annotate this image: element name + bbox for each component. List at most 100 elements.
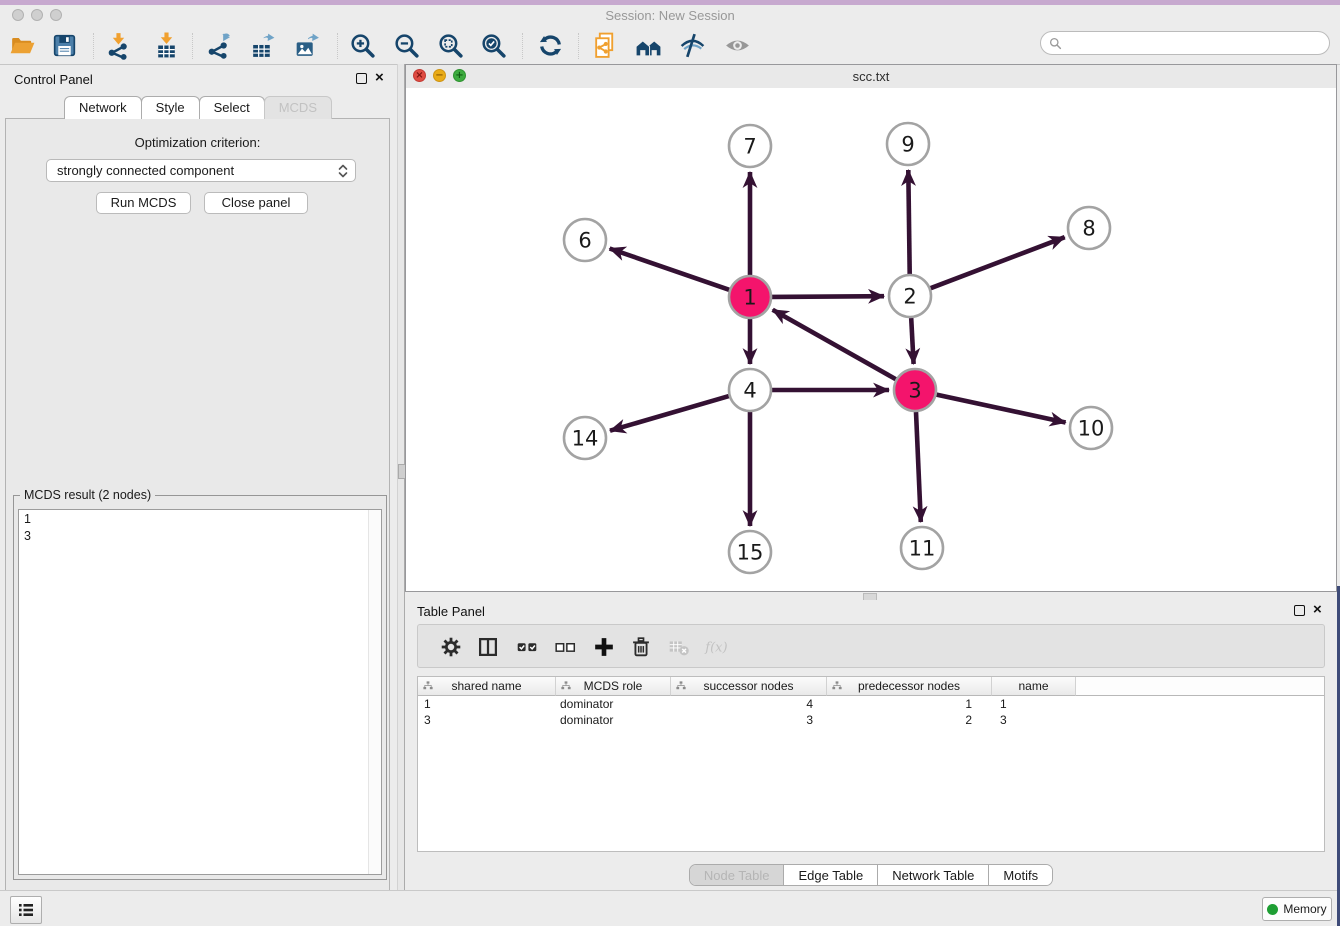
svg-text:11: 11 <box>909 537 936 561</box>
table-toolbar: f(x) <box>417 624 1325 668</box>
table-cell[interactable]: 3 <box>992 712 1076 728</box>
table-row[interactable]: 3dominator323 <box>418 712 1324 728</box>
first-neighbors-button[interactable] <box>631 29 665 61</box>
import-table-button[interactable] <box>149 29 183 61</box>
table-tab-node-table[interactable]: Node Table <box>690 865 785 885</box>
graph-node-15[interactable]: 15 <box>729 531 771 573</box>
graph-edge-1-2[interactable] <box>772 296 884 297</box>
zoom-out-button[interactable] <box>389 29 423 61</box>
graph-edge-1-6[interactable] <box>610 249 730 290</box>
control-panel-tabs: NetworkStyleSelectMCDS <box>0 96 397 119</box>
mcds-result-list[interactable]: 13 <box>18 509 382 875</box>
graph-node-2[interactable]: 2 <box>889 275 931 317</box>
control-tab-select[interactable]: Select <box>199 96 265 119</box>
zoom-selected-button[interactable] <box>476 29 510 61</box>
search-field[interactable] <box>1040 31 1330 55</box>
column-header-name[interactable]: name <box>992 677 1076 696</box>
table-cell[interactable]: 3 <box>671 712 827 728</box>
graph-edge-2-8[interactable] <box>931 237 1065 288</box>
graph-edge-2-9[interactable] <box>908 170 909 274</box>
optimization-dropdown[interactable]: strongly connected component <box>46 159 356 182</box>
memory-status-icon <box>1267 904 1278 915</box>
table-cell[interactable]: 3 <box>418 712 556 728</box>
toolbar-separator <box>93 33 94 59</box>
show-columns-button[interactable] <box>473 632 503 662</box>
graph-node-3[interactable]: 3 <box>894 369 936 411</box>
save-session-button[interactable] <box>47 29 81 61</box>
table-cell[interactable]: 1 <box>827 696 992 712</box>
create-column-button[interactable] <box>589 632 619 662</box>
column-header-successor-nodes[interactable]: successor nodes <box>671 677 827 696</box>
unselect-all-columns-button[interactable] <box>550 632 580 662</box>
svg-text:6: 6 <box>578 229 591 253</box>
show-panels-button[interactable] <box>10 896 42 924</box>
table-tab-motifs[interactable]: Motifs <box>989 865 1052 885</box>
close-panel-icon[interactable]: × <box>375 72 387 84</box>
graph-edge-3-11[interactable] <box>916 412 921 522</box>
export-network-button[interactable] <box>201 29 235 61</box>
vertical-splitter[interactable] <box>397 64 405 890</box>
close-panel-button[interactable]: Close panel <box>204 192 308 214</box>
mcds-panel: Optimization criterion: strongly connect… <box>5 118 390 926</box>
graph-node-1[interactable]: 1 <box>729 276 771 318</box>
column-header-MCDS-role[interactable]: MCDS role <box>556 677 671 696</box>
close-panel-icon[interactable]: × <box>1313 604 1325 616</box>
table-settings-button[interactable] <box>436 632 466 662</box>
column-header-filler <box>1076 677 1324 696</box>
table-row[interactable]: 1dominator411 <box>418 696 1324 712</box>
graph-node-8[interactable]: 8 <box>1068 207 1110 249</box>
control-tab-mcds[interactable]: MCDS <box>264 96 332 119</box>
control-tab-style[interactable]: Style <box>141 96 200 119</box>
hide-selected-button[interactable] <box>675 29 709 61</box>
export-image-button[interactable] <box>289 29 323 61</box>
horizontal-splitter[interactable] <box>405 592 1337 600</box>
column-header-predecessor-nodes[interactable]: predecessor nodes <box>827 677 992 696</box>
network-canvas[interactable]: 7 9 6 8 1 2 4 3 14 10 15 11 <box>406 88 1336 591</box>
table-cell[interactable]: 1 <box>418 696 556 712</box>
graph-edge-4-14[interactable] <box>610 396 729 431</box>
open-session-button[interactable] <box>5 29 39 61</box>
control-tab-network[interactable]: Network <box>64 96 142 119</box>
graph-node-6[interactable]: 6 <box>564 219 606 261</box>
export-table-button[interactable] <box>245 29 279 61</box>
table-cell[interactable]: 4 <box>671 696 827 712</box>
search-input[interactable] <box>1066 35 1329 52</box>
column-type-icon <box>422 680 434 695</box>
graph-node-14[interactable]: 14 <box>564 417 606 459</box>
window-title: Session: New Session <box>0 8 1340 23</box>
optimization-label: Optimization criterion: <box>6 135 389 150</box>
mcds-result-group: MCDS result (2 nodes) 13 <box>13 495 387 880</box>
select-all-columns-button[interactable] <box>512 632 542 662</box>
graph-edge-3-1[interactable] <box>773 310 896 379</box>
memory-button[interactable]: Memory <box>1262 897 1332 921</box>
svg-text:2: 2 <box>903 285 916 309</box>
table-cell[interactable]: 1 <box>992 696 1076 712</box>
graph-node-9[interactable]: 9 <box>887 123 929 165</box>
table-cell[interactable]: dominator <box>556 712 671 728</box>
zoom-fit-button[interactable] <box>433 29 467 61</box>
graph-node-7[interactable]: 7 <box>729 125 771 167</box>
svg-text:14: 14 <box>572 427 599 451</box>
delete-column-button[interactable] <box>626 632 656 662</box>
graph-edge-3-10[interactable] <box>937 395 1066 423</box>
copy-style-button[interactable] <box>588 29 622 61</box>
apply-layout-button[interactable] <box>533 29 567 61</box>
table-cell[interactable]: 2 <box>827 712 992 728</box>
table-tabs: Node TableEdge TableNetwork TableMotifs <box>405 864 1337 886</box>
float-panel-icon[interactable] <box>1294 605 1306 617</box>
zoom-in-button[interactable] <box>345 29 379 61</box>
table-tab-edge-table[interactable]: Edge Table <box>784 865 878 885</box>
table-cell[interactable]: dominator <box>556 696 671 712</box>
graph-node-10[interactable]: 10 <box>1070 407 1112 449</box>
column-header-shared-name[interactable]: shared name <box>418 677 556 696</box>
graph-node-4[interactable]: 4 <box>729 369 771 411</box>
table-tab-network-table[interactable]: Network Table <box>878 865 989 885</box>
float-panel-icon[interactable] <box>356 73 368 85</box>
svg-text:4: 4 <box>743 379 756 403</box>
import-network-button[interactable] <box>101 29 135 61</box>
run-mcds-button[interactable]: Run MCDS <box>96 192 191 214</box>
graph-edge-2-3[interactable] <box>911 318 913 364</box>
mcds-result-line: 1 <box>24 511 381 528</box>
result-scrollbar[interactable] <box>368 510 381 874</box>
graph-node-11[interactable]: 11 <box>901 527 943 569</box>
